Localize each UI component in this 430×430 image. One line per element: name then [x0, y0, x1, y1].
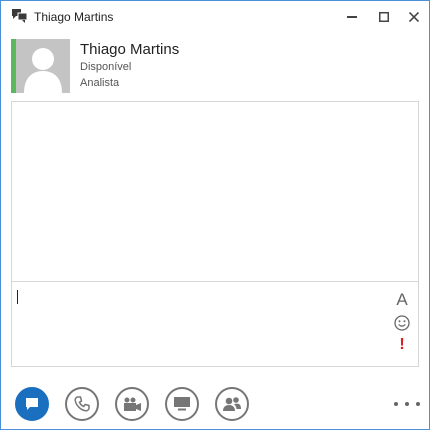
avatar[interactable]: [16, 39, 70, 93]
present-icon: [174, 397, 190, 411]
people-icon: [223, 397, 241, 411]
video-button[interactable]: [115, 387, 149, 421]
font-icon[interactable]: A: [392, 290, 412, 310]
video-icon: [124, 397, 141, 411]
message-input[interactable]: A !: [11, 281, 419, 367]
minimize-button[interactable]: [339, 5, 365, 29]
conversation-window: Thiago Martins Thiago Martins Disponível…: [0, 0, 430, 430]
contact-name[interactable]: Thiago Martins: [80, 41, 179, 58]
more-options-button[interactable]: [394, 397, 420, 411]
lync-app-icon: [11, 8, 29, 24]
priority-icon[interactable]: !: [392, 335, 412, 355]
close-button[interactable]: [401, 5, 427, 29]
text-caret: [17, 290, 18, 304]
people-button[interactable]: [215, 387, 249, 421]
title-bar[interactable]: Thiago Martins: [1, 1, 429, 33]
contact-status: Disponível: [80, 61, 132, 73]
emoticon-icon[interactable]: [392, 313, 412, 333]
maximize-button[interactable]: [371, 5, 397, 29]
window-title: Thiago Martins: [34, 10, 114, 24]
conversation-history[interactable]: [11, 101, 419, 281]
contact-card[interactable]: Thiago Martins Disponível Analista: [11, 39, 421, 93]
more-options-icon: [394, 402, 398, 406]
im-button[interactable]: [15, 387, 49, 421]
im-icon: [26, 398, 38, 410]
phone-button[interactable]: [65, 387, 99, 421]
phone-icon: [74, 396, 90, 412]
contact-job-title: Analista: [80, 77, 120, 89]
present-button[interactable]: [165, 387, 199, 421]
